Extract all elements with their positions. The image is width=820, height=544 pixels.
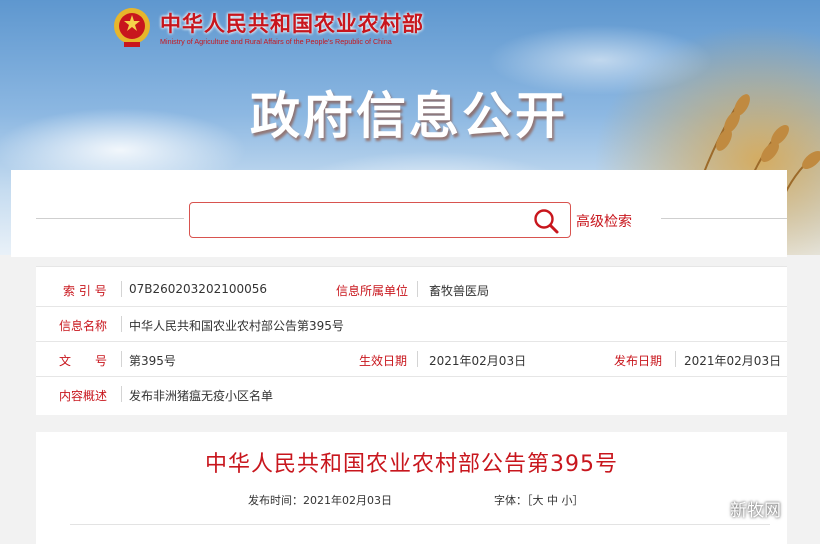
article-divider: [70, 524, 770, 525]
search-icon[interactable]: [532, 207, 560, 235]
column-separator: [417, 281, 418, 297]
metadata-table: 索 引 号 07B260203202100056 信息所属单位 畜牧兽医局 信息…: [36, 266, 787, 415]
index-value: 07B260203202100056: [129, 282, 268, 296]
advanced-search-link[interactable]: 高级检索: [576, 211, 632, 231]
column-separator: [121, 386, 122, 402]
font-bracket-close: ］: [572, 494, 584, 507]
name-label: 信息名称: [59, 319, 108, 333]
ministry-name-cn: 中华人民共和国农业农村部: [160, 12, 424, 36]
watermark: 新牧网: [706, 496, 781, 521]
column-separator: [121, 281, 122, 297]
meta-row-name: 信息名称 中华人民共和国农业农村部公告第395号: [36, 307, 787, 342]
font-size-large[interactable]: 大: [533, 494, 544, 507]
divider-left: [36, 218, 184, 219]
doc-value: 第395号: [129, 354, 176, 368]
unit-value: 畜牧兽医局: [429, 284, 490, 298]
index-label: 索 引 号: [63, 284, 107, 298]
page-title: 政府信息公开: [250, 87, 568, 145]
wechat-icon: [706, 502, 726, 518]
font-size-label: 字体：: [494, 494, 527, 507]
column-separator: [121, 351, 122, 367]
search-input[interactable]: [189, 202, 571, 238]
meta-row-index: 索 引 号 07B260203202100056 信息所属单位 畜牧兽医局: [36, 272, 787, 307]
meta-row-doc: 文 号 第395号 生效日期 2021年02月03日 发布日期 2021年02月…: [36, 342, 787, 377]
search-panel: 高级检索: [11, 170, 787, 257]
publish-date-label: 发布日期: [614, 354, 663, 368]
font-size-control: 字体：［大 中 小］: [494, 492, 584, 508]
column-separator: [417, 351, 418, 367]
effective-date-value: 2021年02月03日: [429, 354, 527, 368]
unit-label: 信息所属单位: [336, 284, 409, 298]
column-separator: [121, 316, 122, 332]
name-value: 中华人民共和国农业农村部公告第395号: [129, 319, 344, 333]
national-emblem-icon: [114, 8, 150, 47]
publish-time: 发布时间：2021年02月03日: [248, 494, 392, 507]
column-separator: [675, 351, 676, 367]
effective-date-label: 生效日期: [359, 354, 408, 368]
font-size-small[interactable]: 小: [562, 494, 573, 507]
article-title: 中华人民共和国农业农村部公告第395号: [205, 452, 618, 477]
publish-date-value: 2021年02月03日: [684, 354, 782, 368]
ministry-name-en: Ministry of Agriculture and Rural Affair…: [160, 37, 392, 46]
article-panel: 中华人民共和国农业农村部公告第395号 发布时间：2021年02月03日 字体：…: [36, 432, 787, 544]
summary-value: 发布非洲猪瘟无疫小区名单: [129, 389, 274, 403]
font-size-medium[interactable]: 中: [547, 494, 558, 507]
doc-label: 文 号: [59, 354, 108, 368]
divider-right: [661, 218, 787, 219]
meta-row-summary: 内容概述 发布非洲猪瘟无疫小区名单: [36, 377, 787, 411]
summary-label: 内容概述: [59, 389, 108, 403]
watermark-text: 新牧网: [730, 501, 781, 521]
